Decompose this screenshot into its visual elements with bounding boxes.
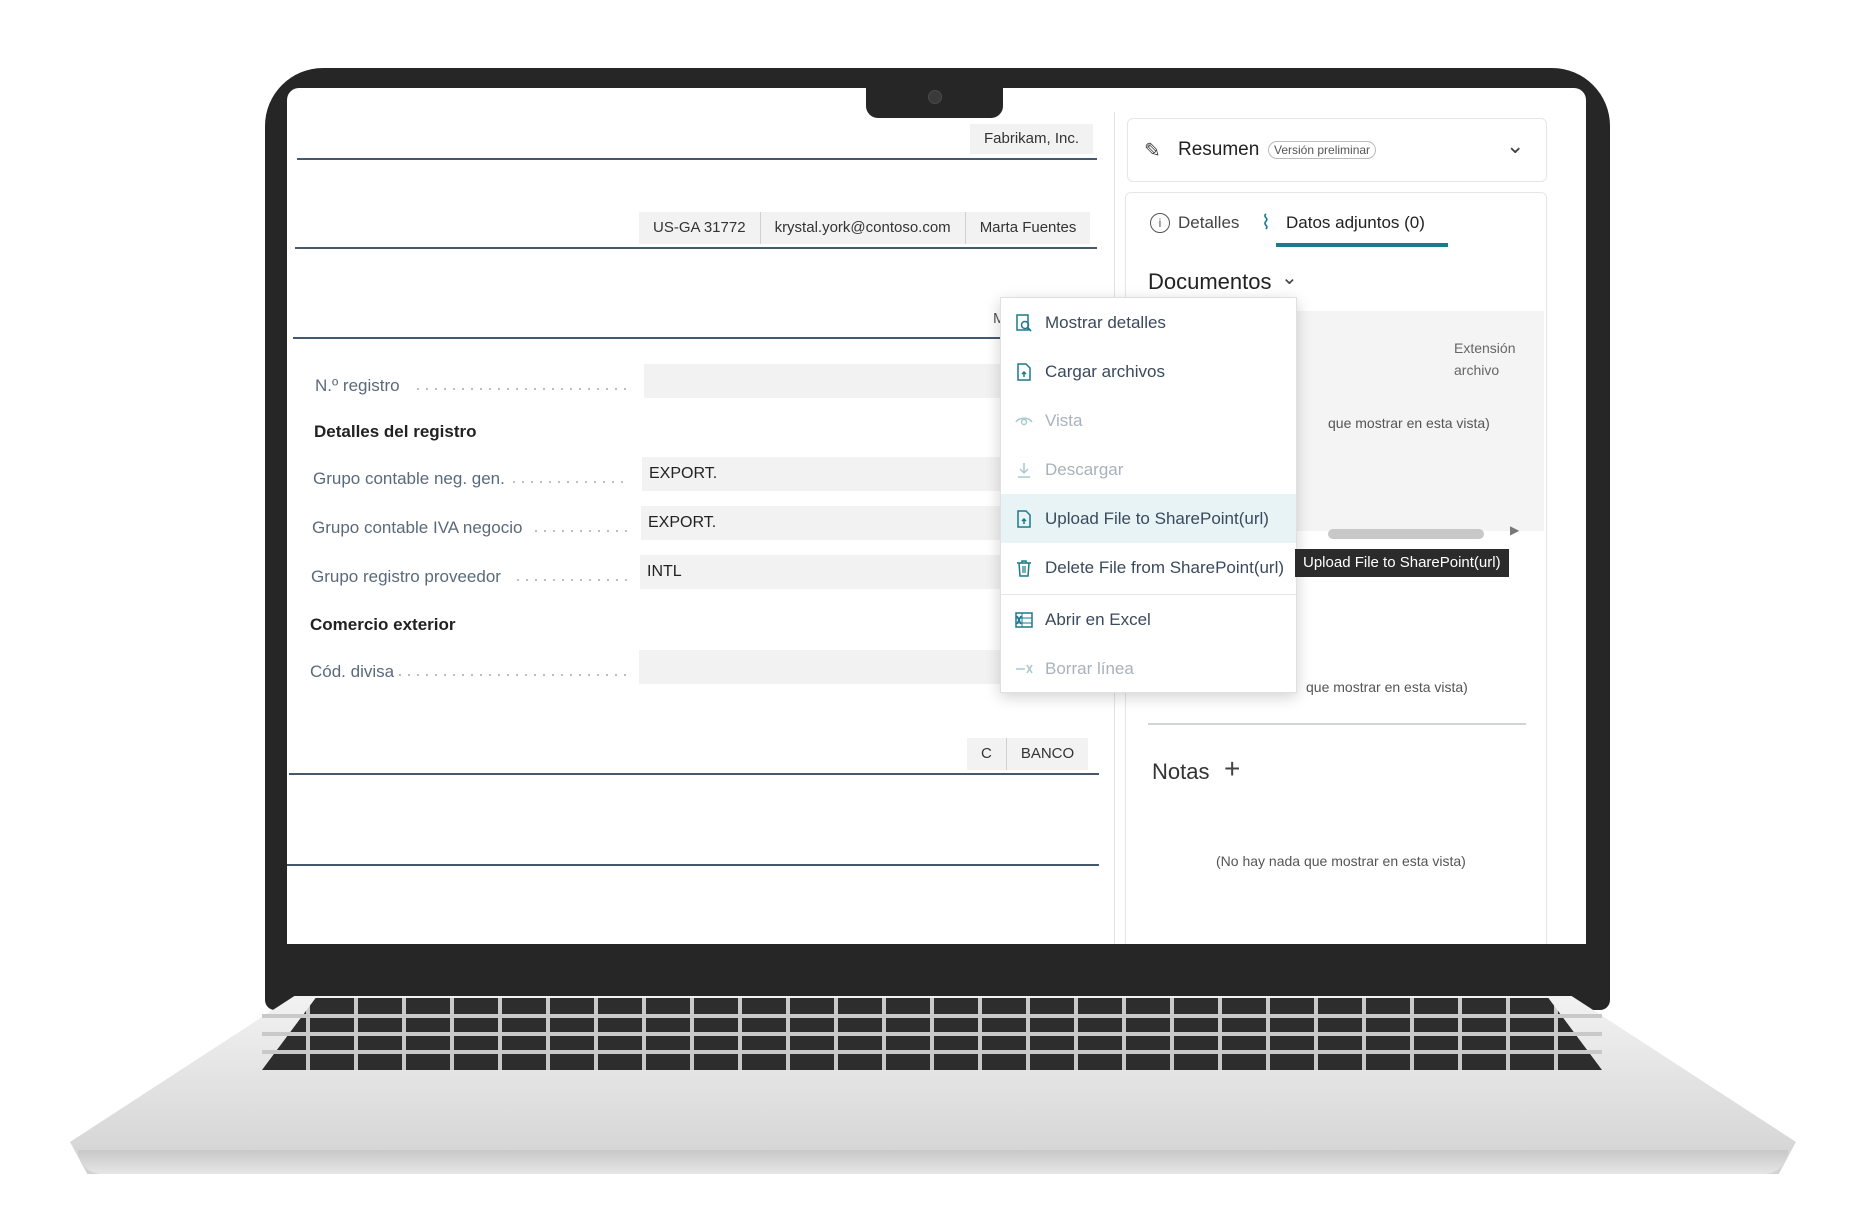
menu-item-label: Vista <box>1045 410 1083 430</box>
menu-item-vista[interactable]: Vista <box>1001 396 1296 445</box>
context-menu: Mostrar detalles Cargar archivos Vista D… <box>1000 297 1297 693</box>
section-detalles-title: Detalles del registro <box>314 422 477 441</box>
keyboard-row-gap <box>262 1050 1602 1054</box>
field-label: Grupo contable neg. gen. <box>313 469 505 488</box>
divider <box>289 773 1099 775</box>
grupo-registro-proveedor-input[interactable]: INTL <box>640 555 1004 589</box>
divider <box>287 864 1099 866</box>
contact-name-chip: Marta Fuentes <box>964 212 1091 244</box>
menu-item-label: Mostrar detalles <box>1045 312 1166 332</box>
registro-input[interactable] <box>644 364 1004 398</box>
registro-label: N.º registro <box>315 376 400 395</box>
menu-item-cargar-archivos[interactable]: Cargar archivos <box>1001 347 1296 396</box>
upload-file-icon <box>1013 361 1035 383</box>
tab-datos-adjuntos[interactable]: Datos adjuntos (0) <box>1286 213 1425 233</box>
dot-leader <box>417 388 627 390</box>
keyboard-row-gap <box>262 1014 1602 1018</box>
section-comercio-title: Comercio exterior <box>310 615 456 634</box>
menu-item-label: Borrar línea <box>1045 658 1134 678</box>
chevron-down-icon[interactable]: ⌄ <box>1281 265 1298 290</box>
download-icon <box>1013 459 1035 481</box>
grupo-contable-neg-input[interactable]: EXPORT. <box>642 457 1004 491</box>
info-icon: i <box>1150 213 1170 233</box>
menu-item-mostrar-detalles[interactable]: Mostrar detalles <box>1001 298 1296 347</box>
bank-chip-c: C <box>967 738 1006 770</box>
screen: Fabrikam, Inc. US-GA 31772 krystal.york@… <box>287 88 1586 944</box>
menu-item-label: Abrir en Excel <box>1045 609 1151 629</box>
menu-item-label: Cargar archivos <box>1045 361 1165 381</box>
laptop-front-edge <box>78 1150 1788 1174</box>
address-chip: US-GA 31772 <box>639 212 760 244</box>
resumen-title: Resumen <box>1178 139 1260 160</box>
contact-chips: US-GA 31772 krystal.york@contoso.com Mar… <box>639 212 1091 244</box>
camera-notch <box>866 80 1003 118</box>
company-badge: Fabrikam, Inc. <box>970 124 1094 154</box>
bank-chip-banco: BANCO <box>1005 738 1089 770</box>
dot-leader <box>513 481 627 483</box>
menu-item-descargar[interactable]: Descargar <box>1001 445 1296 494</box>
resumen-card[interactable]: ✎ Resumen Versión preliminar ⌄ <box>1127 118 1547 182</box>
scroll-right-icon[interactable]: ▶ <box>1510 523 1519 537</box>
menu-item-label: Descargar <box>1045 459 1124 479</box>
upload-file-icon <box>1013 508 1035 530</box>
eye-icon <box>1013 410 1035 432</box>
empty-message: que mostrar en esta vista) <box>1328 415 1490 431</box>
copilot-icon: ✎ <box>1144 140 1161 162</box>
search-document-icon <box>1013 312 1035 334</box>
chevron-down-icon[interactable]: ⌄ <box>1506 133 1524 159</box>
divider <box>293 337 1013 339</box>
add-note-icon[interactable]: + <box>1224 753 1240 785</box>
active-tab-indicator <box>1276 243 1448 247</box>
email-chip: krystal.york@contoso.com <box>759 212 965 244</box>
menu-item-upload-sharepoint[interactable]: Upload File to SharePoint(url) <box>1001 494 1296 543</box>
divisa-label: Cód. divisa <box>310 662 395 681</box>
menu-item-abrir-excel[interactable]: Abrir en Excel <box>1001 595 1296 644</box>
menu-item-label: Delete File from SharePoint(url) <box>1045 557 1285 577</box>
empty-message: que mostrar en esta vista) <box>1306 679 1468 695</box>
preview-badge: Versión preliminar <box>1268 141 1377 159</box>
bank-chips: C BANCO <box>967 738 1089 770</box>
column-header-extension: Extensión archivo <box>1454 340 1516 378</box>
documentos-title[interactable]: Documentos <box>1148 269 1272 295</box>
divider <box>297 158 1097 160</box>
dot-leader <box>517 579 627 581</box>
paperclip-icon: ⌇ <box>1261 212 1271 234</box>
trash-icon <box>1013 557 1035 579</box>
field-label: Grupo contable IVA negocio <box>312 518 523 537</box>
dot-leader <box>535 530 627 532</box>
delete-row-icon <box>1013 658 1035 680</box>
divider <box>1148 723 1526 725</box>
menu-item-label: Upload File to SharePoint(url) <box>1045 508 1269 528</box>
excel-icon <box>1013 609 1035 631</box>
grupo-contable-iva-input[interactable]: EXPORT. <box>641 506 1004 540</box>
divider <box>295 247 1097 249</box>
menu-item-borrar-linea[interactable]: Borrar línea <box>1001 644 1296 693</box>
notas-empty-message: (No hay nada que mostrar en esta vista) <box>1216 853 1466 869</box>
keyboard-row-gap <box>262 1032 1602 1036</box>
camera-icon <box>928 90 942 104</box>
divisa-input[interactable] <box>639 650 1004 684</box>
tab-detalles[interactable]: Detalles <box>1178 213 1239 233</box>
horizontal-scrollbar[interactable] <box>1328 529 1484 539</box>
dot-leader <box>399 674 627 676</box>
field-label: Grupo registro proveedor <box>311 567 501 586</box>
menu-item-delete-sharepoint[interactable]: Delete File from SharePoint(url) <box>1001 543 1296 592</box>
tooltip: Upload File to SharePoint(url) <box>1295 549 1509 577</box>
notas-title: Notas <box>1152 759 1210 784</box>
